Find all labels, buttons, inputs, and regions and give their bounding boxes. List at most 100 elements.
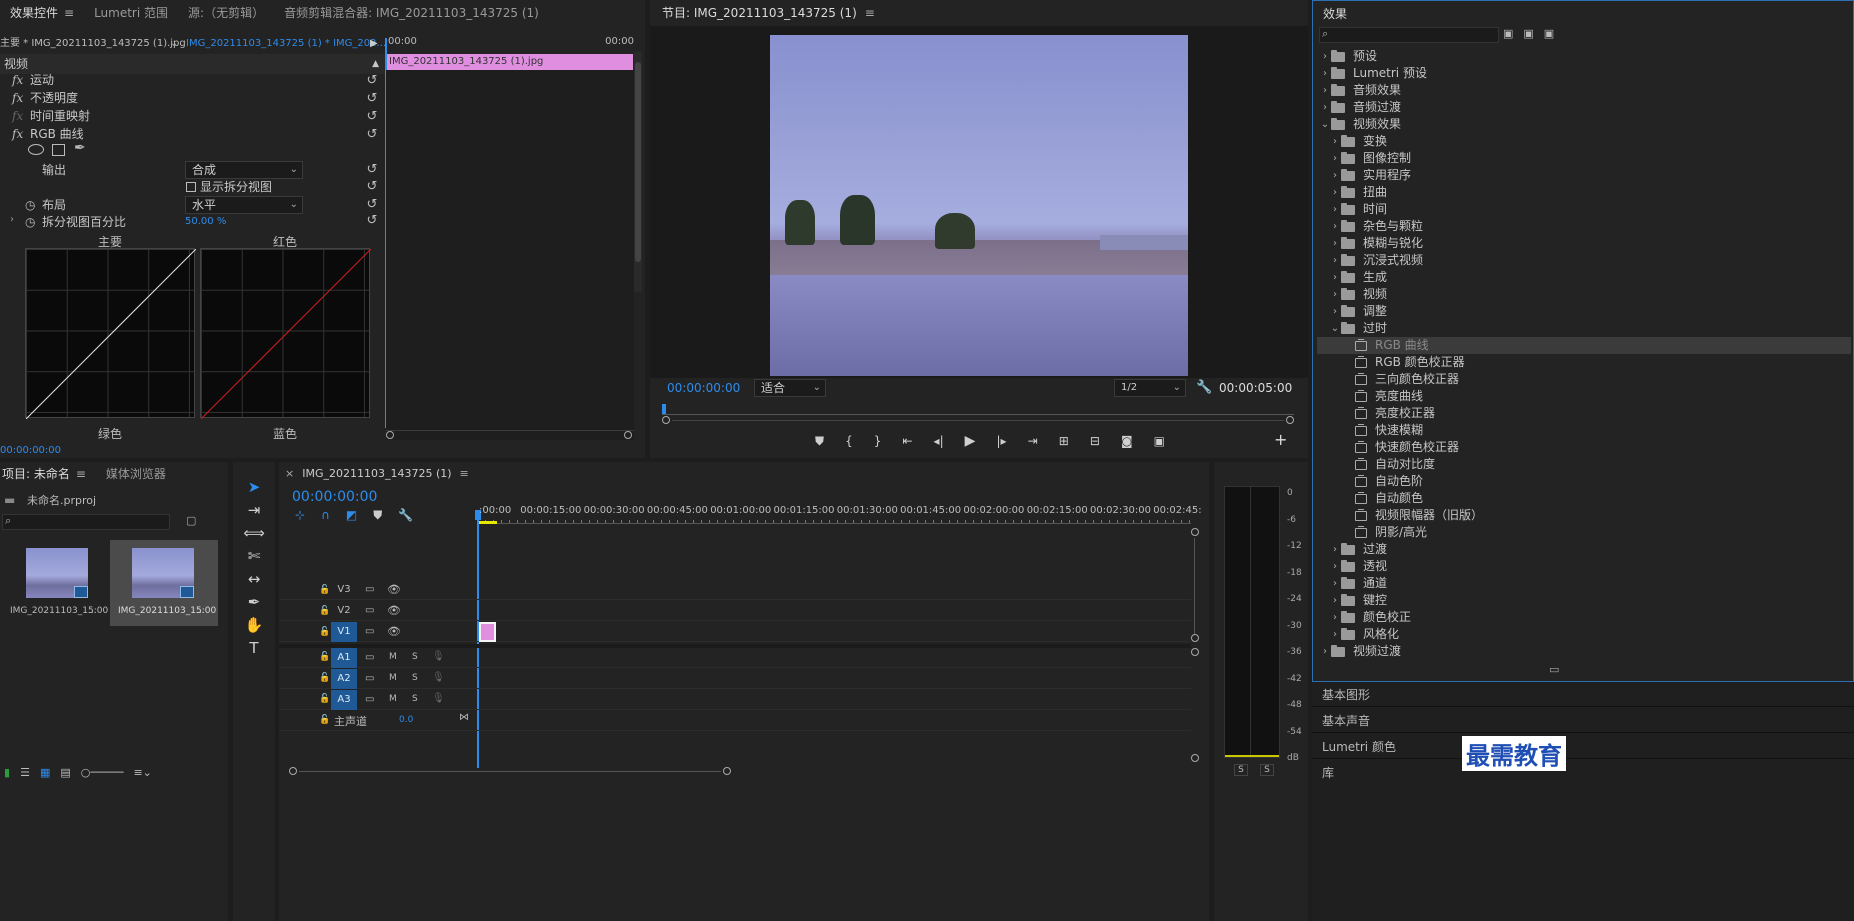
selection-tool-icon[interactable]: ➤ (243, 476, 265, 498)
linked-selection-icon[interactable]: ◩ (346, 508, 357, 523)
master-clip-label[interactable]: 主要 * IMG_20211103_143725 (1).jpg (0, 38, 186, 49)
icon-view-icon[interactable]: ▦ (40, 766, 50, 779)
chevron-right-icon[interactable]: › (1329, 286, 1341, 303)
chevron-right-icon[interactable]: › (1329, 184, 1341, 201)
chevron-right-icon[interactable]: › (1329, 303, 1341, 320)
slip-tool-icon[interactable]: ↔ (243, 568, 265, 590)
sync-icon[interactable]: ▭ (365, 605, 374, 616)
effects-folder[interactable]: › Lumetri 预设 (1319, 65, 1427, 82)
track-master[interactable] (279, 711, 1191, 731)
effects-folder[interactable]: › 音频过渡 (1319, 99, 1401, 116)
reset-icon[interactable]: ↺ (365, 74, 379, 88)
video-effects-folder[interactable]: › 键控 (1329, 592, 1387, 609)
zoom-slider[interactable]: ○───── (81, 766, 124, 779)
split-percent-value[interactable]: 50.00 % (185, 216, 226, 227)
track-name-v2[interactable]: V2 (331, 601, 357, 621)
solo-button[interactable]: S (412, 694, 418, 704)
tab-source[interactable]: 源:（无剪辑） (178, 0, 274, 26)
effect-item[interactable]: 自动颜色 (1355, 490, 1423, 507)
sync-icon[interactable]: ▭ (365, 694, 374, 705)
chevron-right-icon[interactable]: › (1329, 133, 1341, 150)
effect-item[interactable]: 快速颜色校正器 (1355, 439, 1459, 456)
master-curve-graph[interactable] (25, 248, 196, 419)
step-forward-icon[interactable]: |▸ (997, 434, 1007, 448)
solo-left-button[interactable]: S (1234, 764, 1248, 776)
pen-tool-icon[interactable]: ✒ (243, 591, 265, 613)
effect-item[interactable]: 视频限幅器（旧版） (1355, 507, 1483, 524)
effect-item[interactable]: 自动对比度 (1355, 456, 1435, 473)
lock-icon[interactable]: 🔓 (319, 652, 330, 662)
sync-icon[interactable]: ▭ (365, 652, 374, 663)
snap-icon[interactable]: ∩ (321, 508, 330, 523)
stopwatch-icon[interactable]: ◷ (25, 198, 35, 212)
program-ruler[interactable] (662, 414, 1294, 415)
video-effects-folder[interactable]: › 颜色校正 (1329, 609, 1411, 626)
program-zoom-bar[interactable] (662, 416, 1294, 426)
solo-button[interactable]: S (412, 652, 418, 662)
program-timecode[interactable]: 00:00:00:00 (667, 381, 740, 395)
timeline-timecode[interactable]: 00:00:00:00 (292, 489, 377, 505)
add-marker-icon[interactable]: ⛊ (373, 508, 382, 523)
panel-menu-icon[interactable]: ≡ (460, 467, 469, 480)
chevron-right-icon[interactable]: › (1329, 558, 1341, 575)
red-curve-graph[interactable] (200, 248, 371, 419)
video-effects-folder[interactable]: › 视频 (1329, 286, 1387, 303)
collapse-icon[interactable]: ▲ (372, 54, 379, 74)
eye-icon[interactable]: 👁 (387, 583, 401, 596)
chevron-right-icon[interactable]: › (1329, 626, 1341, 643)
video-effects-folder[interactable]: › 风格化 (1329, 626, 1399, 643)
panel-menu-icon[interactable]: ≡ (865, 6, 875, 20)
hand-tool-icon[interactable]: ✋ (243, 614, 265, 636)
mic-icon[interactable]: 🎙 (432, 672, 445, 683)
freeform-view-icon[interactable]: ▤ (60, 766, 70, 779)
sync-icon[interactable]: ▭ (365, 626, 374, 637)
chevron-right-icon[interactable]: › (1329, 235, 1341, 252)
mini-zoom-bar[interactable] (386, 430, 634, 440)
video-effects-folder[interactable]: › 变换 (1329, 133, 1387, 150)
tab-media-browser[interactable]: 媒体浏览器 (96, 462, 176, 487)
chevron-right-icon[interactable]: › (1329, 609, 1341, 626)
extract-icon[interactable]: ⊟ (1090, 434, 1100, 448)
sequence-clip-label[interactable]: IMG_20211103_143725 (1) * IMG_202... (186, 36, 386, 52)
effects-folder[interactable]: › 预设 (1319, 48, 1377, 65)
reset-icon[interactable]: ↺ (365, 110, 379, 124)
video-effects-folder[interactable]: › 杂色与颗粒 (1329, 218, 1423, 235)
video-effects-folder[interactable]: › 图像控制 (1329, 150, 1411, 167)
chevron-down-icon[interactable]: ⌄ (1329, 320, 1341, 337)
list-view-icon[interactable]: ☰ (20, 766, 30, 779)
effect-time-remap[interactable]: fx 时间重映射 (0, 106, 90, 126)
reset-icon[interactable]: ↺ (365, 198, 379, 212)
tab-project[interactable]: 项目: 未命名 ≡ (0, 462, 96, 487)
lock-icon[interactable]: ▮ (4, 766, 10, 779)
mark-out-icon[interactable]: } (874, 434, 882, 448)
pen-mask-icon[interactable]: ✒ (74, 140, 86, 156)
new-bin-icon[interactable]: ▭ (1549, 663, 1559, 676)
tab-lumetri-scopes[interactable]: Lumetri 范围 (84, 0, 178, 26)
fx-icon[interactable]: fx (12, 124, 28, 144)
panel-essential-graphics[interactable]: 基本图形 (1322, 686, 1370, 703)
reset-icon[interactable]: ↺ (365, 163, 379, 177)
stopwatch-icon[interactable]: ◷ (25, 215, 35, 229)
fx-icon[interactable]: fx (12, 88, 28, 108)
wrench-icon[interactable]: 🔧 (398, 508, 413, 523)
close-icon[interactable]: × (285, 467, 294, 480)
step-back-icon[interactable]: ◂| (934, 434, 944, 448)
effect-item[interactable]: RGB 颜色校正器 (1355, 354, 1465, 371)
project-item[interactable]: IMG_20211103_1... 5:00 (2, 540, 108, 626)
video-effects-folder[interactable]: › 模糊与锐化 (1329, 235, 1423, 252)
chevron-right-icon[interactable]: › (1319, 99, 1331, 116)
video-effects-folder[interactable]: › 通道 (1329, 575, 1387, 592)
chevron-right-icon[interactable]: › (1329, 218, 1341, 235)
sync-icon[interactable]: ▭ (365, 584, 374, 595)
split-view-checkbox[interactable] (186, 182, 196, 192)
lock-icon[interactable]: 🔓 (319, 694, 330, 704)
timeline-hscroll[interactable] (289, 766, 731, 776)
fx-icon[interactable]: fx (12, 70, 28, 90)
video-effects-folder[interactable]: › 调整 (1329, 303, 1387, 320)
video-effects-folder[interactable]: › 透视 (1329, 558, 1387, 575)
effect-item[interactable]: 亮度曲线 (1355, 388, 1423, 405)
panel-essential-sound[interactable]: 基本声音 (1322, 712, 1370, 729)
video-effects-folder[interactable]: › 过渡 (1329, 541, 1387, 558)
eye-icon[interactable]: 👁 (387, 604, 401, 617)
panel-menu-icon[interactable]: ≡ (64, 6, 74, 20)
